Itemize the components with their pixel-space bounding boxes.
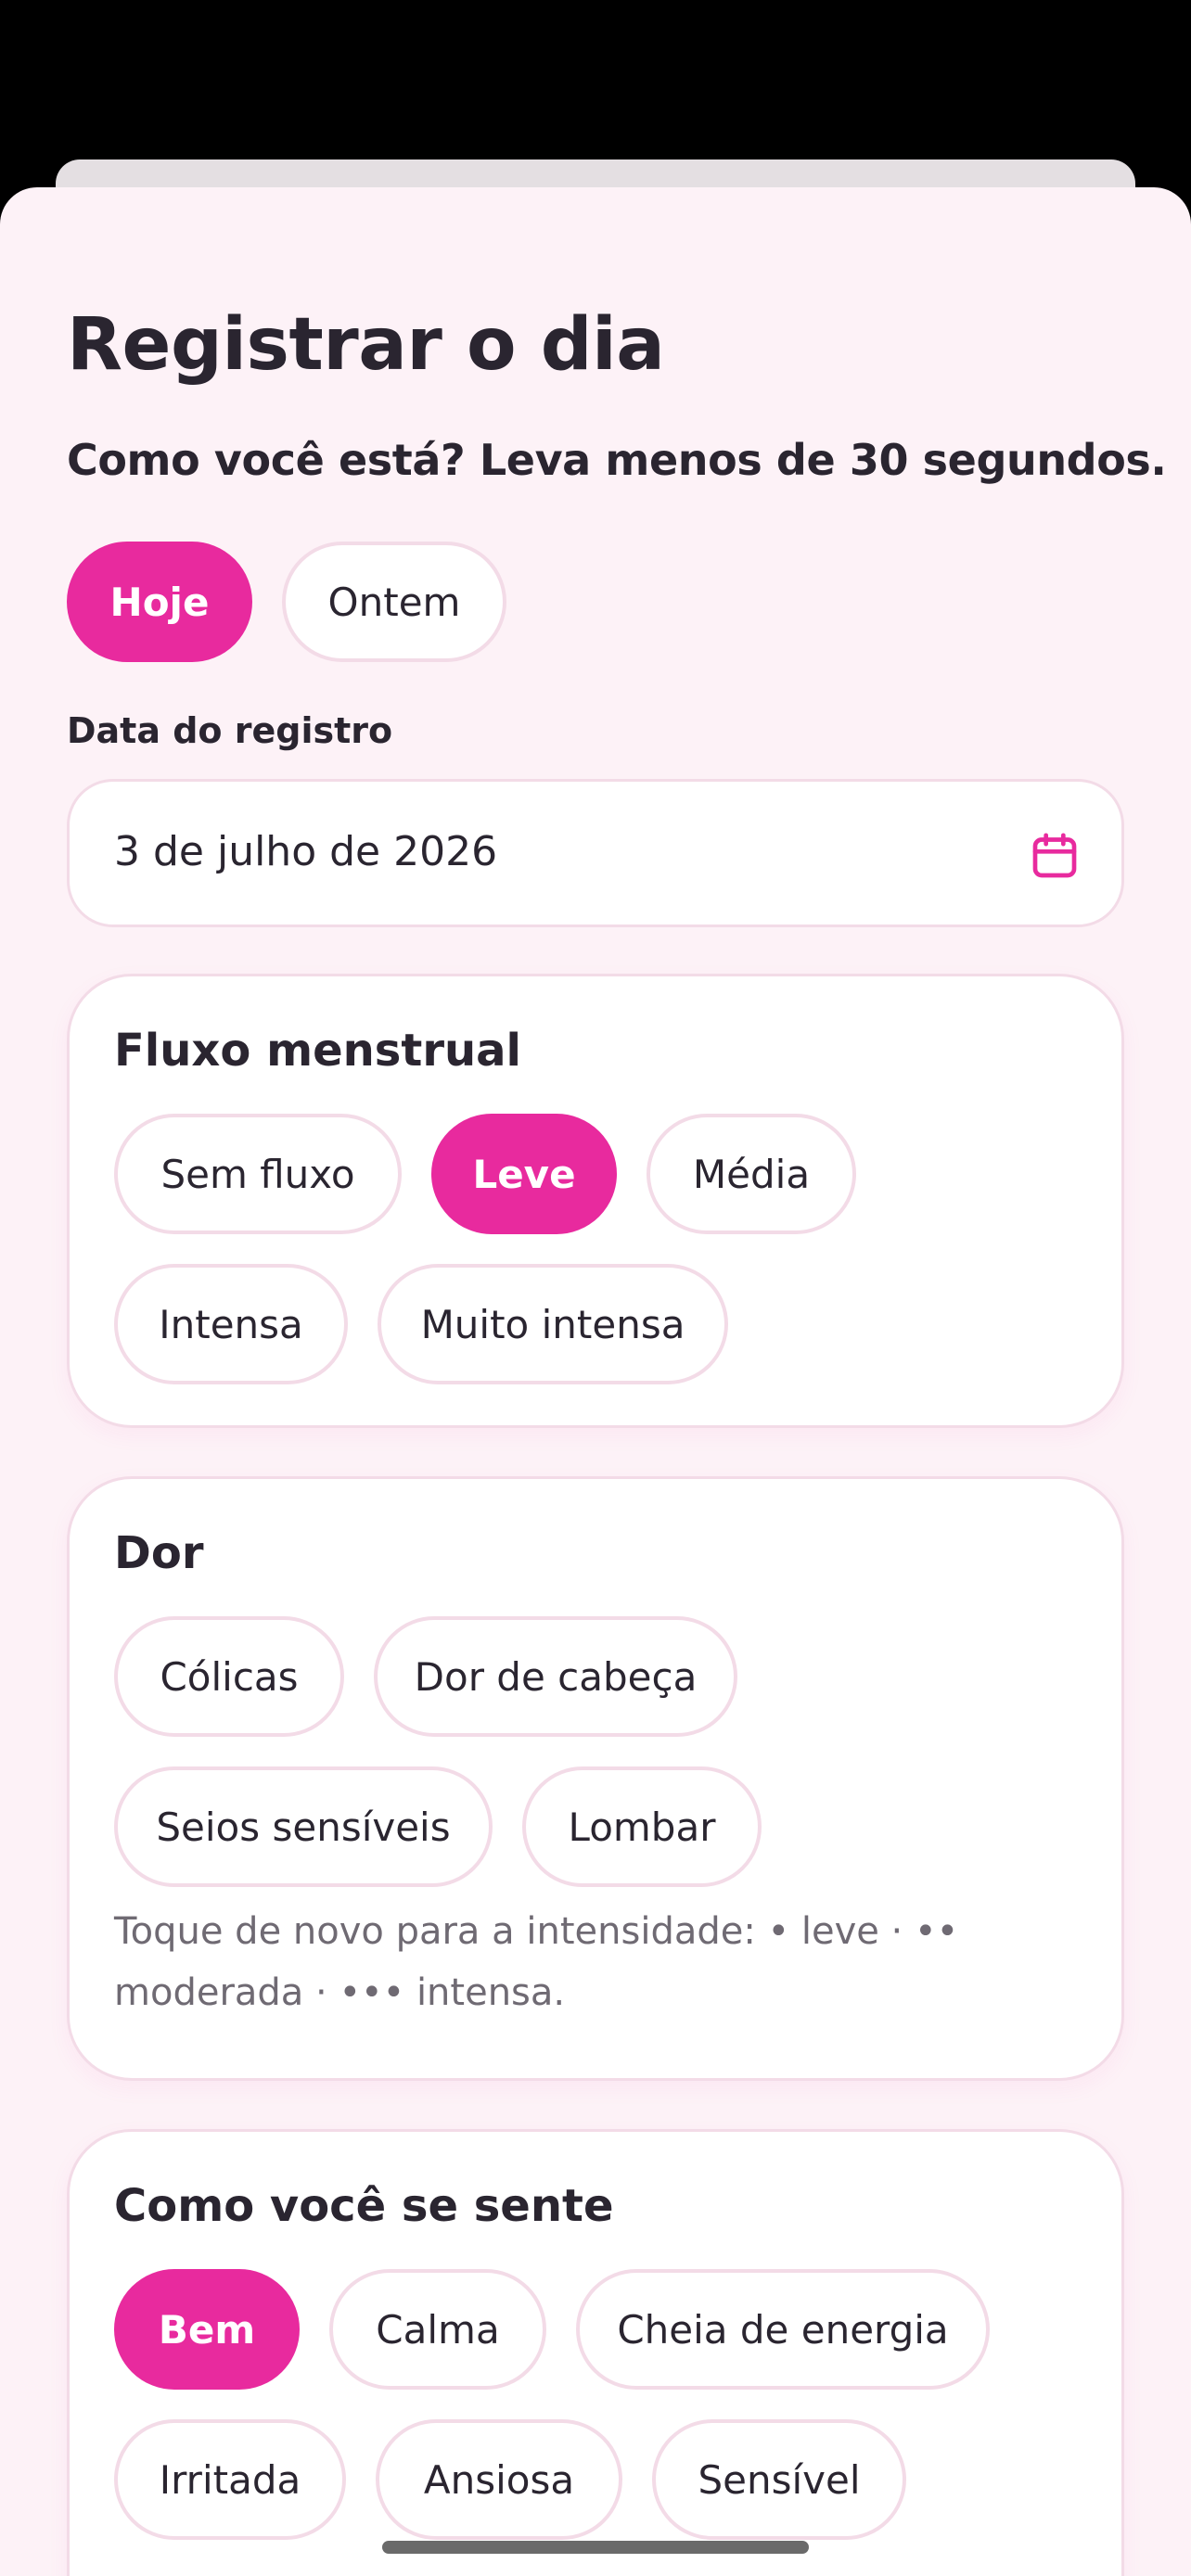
pain-card-title: Dor bbox=[114, 1527, 204, 1579]
flow-option-medium[interactable]: Média bbox=[647, 1114, 856, 1234]
mood-option-irritated[interactable]: Irritada bbox=[114, 2419, 346, 2540]
flow-option-very-heavy[interactable]: Muito intensa bbox=[378, 1264, 728, 1384]
mood-card-title: Como você se sente bbox=[114, 2180, 614, 2232]
mood-option-sensitive[interactable]: Sensível bbox=[652, 2419, 906, 2540]
home-indicator[interactable] bbox=[382, 2541, 809, 2554]
date-value: 3 de julho de 2026 bbox=[114, 828, 498, 875]
status-bar bbox=[0, 0, 1191, 185]
mood-option-calm[interactable]: Calma bbox=[329, 2269, 546, 2390]
day-option-yesterday[interactable]: Ontem bbox=[282, 542, 506, 662]
flow-card-title: Fluxo menstrual bbox=[114, 1025, 522, 1077]
page-subtitle: Como você está? Leva menos de 30 segundo… bbox=[67, 435, 1167, 485]
mood-card: Como você se sente Bem Calma Cheia de en… bbox=[67, 2129, 1124, 2576]
page-title: Registrar o dia bbox=[67, 303, 665, 387]
mood-option-anxious[interactable]: Ansiosa bbox=[376, 2419, 622, 2540]
pain-option-sensitive-breasts[interactable]: Seios sensíveis bbox=[114, 1766, 493, 1887]
calendar-icon[interactable] bbox=[1029, 830, 1081, 882]
date-field-label: Data do registro bbox=[67, 710, 393, 751]
mood-option-good[interactable]: Bem bbox=[114, 2269, 300, 2390]
pain-intensity-hint: Toque de novo para a intensidade: • leve… bbox=[114, 1910, 959, 2014]
flow-option-heavy[interactable]: Intensa bbox=[114, 1264, 348, 1384]
flow-card: Fluxo menstrual Sem fluxo Leve Média Int… bbox=[67, 974, 1124, 1428]
pain-option-lower-back[interactable]: Lombar bbox=[522, 1766, 762, 1887]
pain-option-cramps[interactable]: Cólicas bbox=[114, 1616, 344, 1737]
day-option-today[interactable]: Hoje bbox=[67, 542, 252, 662]
flow-option-light[interactable]: Leve bbox=[431, 1114, 617, 1234]
pain-card: Dor Cólicas Dor de cabeça Seios sensívei… bbox=[67, 1476, 1124, 2081]
flow-option-none[interactable]: Sem fluxo bbox=[114, 1114, 402, 1234]
mood-option-energetic[interactable]: Cheia de energia bbox=[576, 2269, 990, 2390]
pain-option-headache[interactable]: Dor de cabeça bbox=[374, 1616, 737, 1737]
register-day-sheet: Registrar o dia Como você está? Leva men… bbox=[0, 187, 1191, 2576]
date-field[interactable]: 3 de julho de 2026 bbox=[67, 779, 1124, 927]
